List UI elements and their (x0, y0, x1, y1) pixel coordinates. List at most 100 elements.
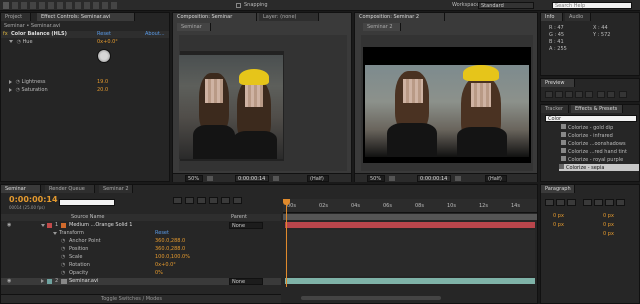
timeline-search-input[interactable] (59, 199, 115, 206)
audio-icon[interactable] (597, 91, 605, 98)
indent-right-value[interactable]: 0 px (603, 213, 614, 219)
tab-effect-controls[interactable]: Effect Controls: Seminar.avi (37, 13, 135, 21)
list-item[interactable]: Colorize - infrared (561, 132, 639, 139)
fx-icon[interactable]: fx (3, 31, 8, 38)
composition-viewer-left[interactable] (179, 35, 347, 171)
resolution-select[interactable]: (Half) (307, 175, 329, 182)
justify-left-icon[interactable] (583, 199, 592, 206)
align-center-icon[interactable] (556, 199, 565, 206)
effect-header-row[interactable]: fx Color Balance (HLS) Reset About... (1, 31, 169, 38)
expand-triangle-icon[interactable] (53, 232, 57, 235)
table-row[interactable]: ◉ 2 Seminar.avi None (1, 278, 281, 285)
align-left-icon[interactable] (545, 199, 554, 206)
shy-icon[interactable] (185, 197, 194, 204)
brainstorm-icon[interactable] (221, 197, 230, 204)
snapping-checkbox[interactable] (236, 3, 241, 8)
justify-center-icon[interactable] (594, 199, 603, 206)
comp-subtab-seminar-2[interactable]: Seminar 2 (363, 23, 401, 31)
pan-tool-icon[interactable] (48, 2, 54, 9)
property-value[interactable]: 0x+0.0° (155, 262, 176, 269)
tab-paragraph[interactable]: Paragraph (541, 185, 575, 193)
stopwatch-icon[interactable]: ◔ (61, 254, 65, 261)
expand-triangle-icon[interactable] (41, 279, 44, 283)
effect-reset-link[interactable]: Reset (97, 31, 111, 38)
resolution-select[interactable]: (Half) (485, 175, 507, 182)
space-after-value[interactable]: 0 px (603, 231, 614, 237)
indent-first-value[interactable]: 0 px (553, 222, 564, 228)
rotate-tool-icon[interactable] (30, 2, 36, 9)
selection-tool-icon[interactable] (3, 2, 9, 9)
property-value[interactable]: 100.0,100.0% (155, 254, 190, 261)
align-right-icon[interactable] (567, 199, 576, 206)
frame-blend-icon[interactable] (197, 197, 206, 204)
next-frame-icon[interactable] (575, 91, 583, 98)
timecode-field[interactable]: 0:00:00:14 (235, 175, 269, 182)
stopwatch-icon[interactable]: ◔ (61, 238, 65, 245)
property-value[interactable]: 360.0,288.0 (155, 246, 185, 253)
eraser-tool-icon[interactable] (93, 2, 99, 9)
first-frame-icon[interactable] (545, 91, 553, 98)
graph-editor-icon[interactable] (233, 197, 242, 204)
tab-render-queue[interactable]: Render Queue (45, 185, 95, 193)
comp-subtab-seminar[interactable]: Seminar (177, 23, 211, 31)
expand-triangle-icon[interactable] (41, 224, 45, 227)
work-area-bar[interactable] (283, 214, 537, 220)
previous-frame-icon[interactable] (555, 91, 563, 98)
hue-value[interactable]: 0x+0.0° (97, 39, 118, 46)
parent-select[interactable]: None (229, 222, 263, 229)
timeline-timecode[interactable]: 0:00:00:14 (9, 195, 58, 204)
eye-icon[interactable]: ◉ (7, 278, 11, 285)
expand-triangle-icon[interactable] (9, 79, 12, 84)
saturation-value[interactable]: 20.0 (97, 87, 108, 94)
list-item[interactable]: Colorize - sepia (559, 164, 639, 171)
tab-tracker[interactable]: Tracker (541, 105, 569, 113)
tab-composition-seminar[interactable]: Composition: Seminar (173, 13, 257, 21)
transform-reset-link[interactable]: Reset (155, 230, 169, 237)
justify-right-icon[interactable] (605, 199, 614, 206)
expand-triangle-icon[interactable] (9, 40, 13, 43)
zoom-select[interactable]: 50% (367, 175, 385, 182)
timeline-ruler[interactable]: 00s 02s 04s 06s 08s 10s 12s 14s (283, 199, 537, 213)
property-value[interactable]: 0% (155, 270, 163, 277)
last-frame-icon[interactable] (585, 91, 593, 98)
tab-layer-none[interactable]: Layer: (none) (259, 13, 319, 21)
playhead[interactable] (286, 205, 287, 287)
video-layer-bar[interactable] (285, 278, 535, 284)
toggle-switches-label[interactable]: Toggle Switches / Modes (101, 296, 162, 302)
camera-icon[interactable] (273, 176, 279, 181)
camera-tool-icon[interactable] (39, 2, 45, 9)
playhead-marker-icon[interactable] (283, 199, 290, 205)
pen-tool-icon[interactable] (57, 2, 63, 9)
indent-left-value[interactable]: 0 px (553, 213, 564, 219)
eye-icon[interactable]: ◉ (7, 222, 11, 229)
expand-triangle-icon[interactable] (9, 87, 12, 92)
tab-timeline-seminar-2[interactable]: Seminar 2 (99, 185, 133, 193)
search-help-input[interactable]: Search Help (552, 2, 632, 9)
list-item[interactable]: Colorize - gold dip (561, 124, 639, 131)
tab-info[interactable]: Info (541, 13, 563, 21)
composition-viewer-right[interactable] (361, 35, 533, 171)
list-item[interactable]: Colorize ...oonshadows (561, 140, 639, 147)
workspace-select[interactable]: Standard (478, 2, 534, 9)
stopwatch-icon[interactable]: ◔ (61, 262, 65, 269)
hand-tool-icon[interactable] (12, 2, 18, 9)
lightness-value[interactable]: 19.0 (97, 79, 108, 86)
tab-effects-presets[interactable]: Effects & Presets (571, 105, 623, 113)
tab-audio[interactable]: Audio (565, 13, 591, 21)
hue-dial[interactable] (97, 49, 111, 63)
zoom-select[interactable]: 50% (185, 175, 203, 182)
timeline-zoom-slider[interactable] (301, 296, 441, 300)
tab-timeline-seminar[interactable]: Seminar (1, 185, 41, 193)
zoom-tool-icon[interactable] (21, 2, 27, 9)
motion-blur-icon[interactable] (209, 197, 218, 204)
snapshot-icon[interactable] (207, 176, 213, 181)
stopwatch-icon[interactable]: ◔ (61, 246, 65, 253)
parent-select[interactable]: None (229, 278, 263, 285)
justify-all-icon[interactable] (616, 199, 625, 206)
table-row[interactable]: ◉ 1 Medium ...Orange Solid 1 None (1, 222, 281, 229)
effects-search-input[interactable]: Color (545, 115, 637, 122)
brush-tool-icon[interactable] (75, 2, 81, 9)
tab-composition-seminar-2[interactable]: Composition: Seminar 2 (355, 13, 445, 21)
space-before-value[interactable]: 0 px (603, 222, 614, 228)
effect-about-link[interactable]: About... (145, 31, 165, 38)
